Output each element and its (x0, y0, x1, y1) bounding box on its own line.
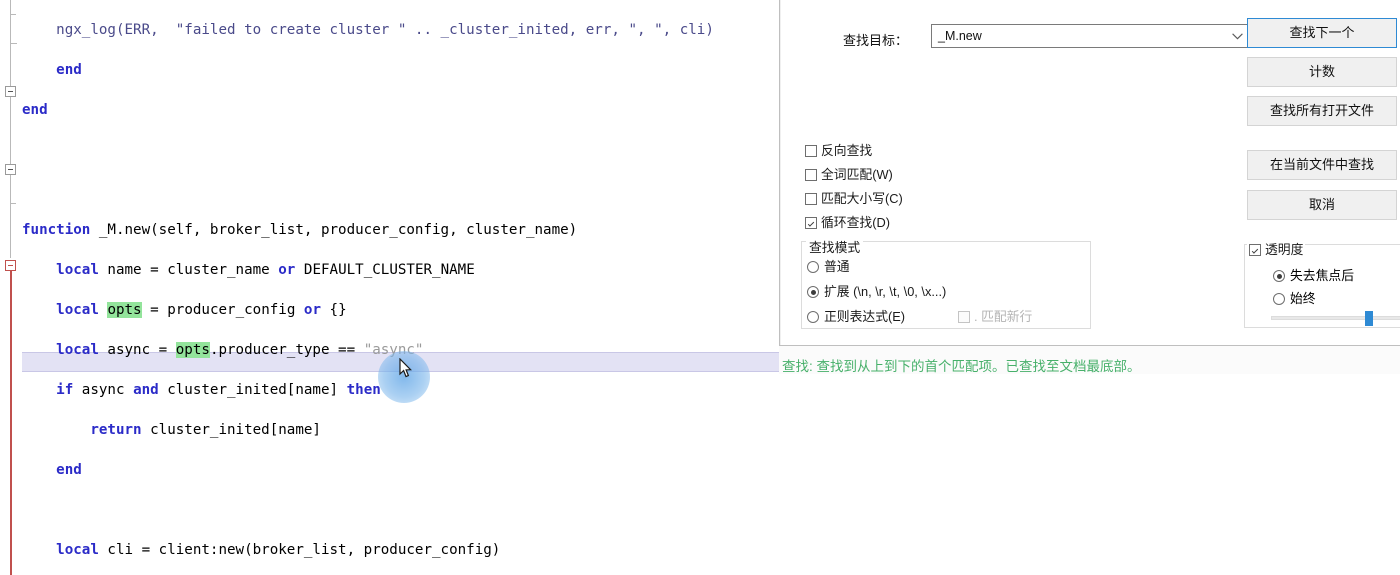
checkbox-wrap-around[interactable] (805, 217, 817, 229)
option-backward-search[interactable]: 反向查找 (805, 140, 872, 159)
option-wrap-around-label: 循环查找(D) (821, 215, 890, 230)
find-next-button[interactable]: 查找下一个 (1247, 18, 1397, 48)
find-input-value: _M.new (938, 29, 982, 43)
code-line: local async = opts.producer_type == "asy… (56, 342, 424, 358)
radio-mode-regex[interactable]: 正则表达式(E) (807, 306, 905, 325)
option-whole-word-label: 全词匹配(W) (821, 167, 893, 182)
checkbox-dot-matches-newline (958, 311, 970, 323)
transparency-checkbox-row[interactable]: 透明度 (1247, 239, 1306, 258)
find-status-message: 查找: 查找到从上到下的首个匹配项。已查找至文档最底部。 (782, 359, 1141, 374)
code-line: end (56, 462, 82, 478)
radio-transparency-on-lose-focus[interactable]: 失去焦点后 (1273, 265, 1354, 284)
transparency-slider-track[interactable] (1271, 316, 1400, 320)
find-target-label: 查找目标： (843, 33, 909, 48)
radio-regex-dot[interactable] (807, 311, 819, 323)
fold-branch-tick-2 (10, 203, 16, 204)
code-line: end (56, 62, 82, 78)
radio-always-dot[interactable] (1273, 293, 1285, 305)
chevron-down-icon[interactable] (1232, 33, 1243, 40)
checkbox-dot-matches-newline-row: . 匹配新行 (958, 306, 1032, 325)
radio-mode-normal[interactable]: 普通 (807, 256, 850, 275)
checkbox-dot-matches-newline-label: . 匹配新行 (974, 309, 1033, 324)
checkbox-whole-word[interactable] (805, 169, 817, 181)
code-line: function _M.new(self, broker_list, produ… (22, 222, 578, 238)
checkbox-match-case[interactable] (805, 193, 817, 205)
radio-mode-normal-label: 普通 (824, 259, 850, 274)
radio-transparency-always[interactable]: 始终 (1273, 288, 1316, 307)
fold-margin[interactable] (0, 0, 22, 575)
find-dialog-body: 查找目标： _M.new 反向查找 全词匹配(W) 匹配大小写(C) 循环查找(… (781, 0, 1400, 345)
radio-on-lose-focus-dot[interactable] (1273, 270, 1285, 282)
radio-always-label: 始终 (1290, 291, 1316, 306)
radio-mode-extended-label: 扩展 (\n, \r, \t, \0, \x...) (824, 284, 947, 299)
code-line: local cli = client:new(broker_list, prod… (56, 542, 501, 558)
find-all-in-open-docs-button[interactable]: 查找所有打开文件 (1247, 96, 1397, 126)
radio-normal-dot[interactable] (807, 261, 819, 273)
radio-on-lose-focus-label: 失去焦点后 (1290, 268, 1354, 283)
code-line: local name = cluster_name or DEFAULT_CLU… (56, 262, 475, 278)
radio-extended-dot[interactable] (807, 286, 819, 298)
option-match-case[interactable]: 匹配大小写(C) (805, 188, 903, 207)
find-dialog[interactable]: 查找 替换 文件查找 标记 查找目标： _M.new 反向查找 全词匹配(W) … (779, 0, 1400, 346)
code-line: if async and cluster_inited[name] then (56, 382, 381, 398)
option-backward-search-label: 反向查找 (821, 143, 873, 158)
transparency-label: 透明度 (1265, 242, 1304, 257)
code-line: return cluster_inited[name] (90, 422, 321, 438)
fold-guide-line-active (10, 270, 12, 575)
find-all-in-current-doc-button[interactable]: 在当前文件中查找 (1247, 150, 1397, 180)
transparency-slider-thumb[interactable] (1365, 311, 1373, 326)
fold-toggle-if[interactable] (5, 164, 16, 175)
radio-mode-regex-label: 正则表达式(E) (824, 309, 906, 324)
mouse-cursor-icon (399, 358, 412, 378)
count-button[interactable]: 计数 (1247, 57, 1397, 87)
fold-stem (10, 14, 11, 44)
checkbox-backward-search[interactable] (805, 145, 817, 157)
code-line: local opts = producer_config or {} (56, 302, 347, 318)
code-content[interactable]: ngx_log(ERR, "failed to create cluster "… (22, 0, 893, 575)
fold-branch-end (10, 43, 17, 44)
option-wrap-around[interactable]: 循环查找(D) (805, 212, 890, 231)
checkbox-transparency[interactable] (1249, 244, 1261, 256)
search-mode-title: 查找模式 (806, 237, 864, 256)
radio-mode-extended[interactable]: 扩展 (\n, \r, \t, \0, \x...) (807, 281, 946, 300)
option-match-case-label: 匹配大小写(C) (821, 191, 903, 206)
fold-toggle-function[interactable] (5, 86, 16, 97)
find-input-combo[interactable]: _M.new (931, 24, 1251, 48)
code-line: end (22, 102, 48, 118)
code-line: ngx_log(ERR, "failed to create cluster "… (22, 22, 714, 38)
option-whole-word[interactable]: 全词匹配(W) (805, 164, 893, 183)
fold-toggle-setmetatable[interactable] (5, 260, 16, 271)
cancel-button[interactable]: 取消 (1247, 190, 1397, 220)
